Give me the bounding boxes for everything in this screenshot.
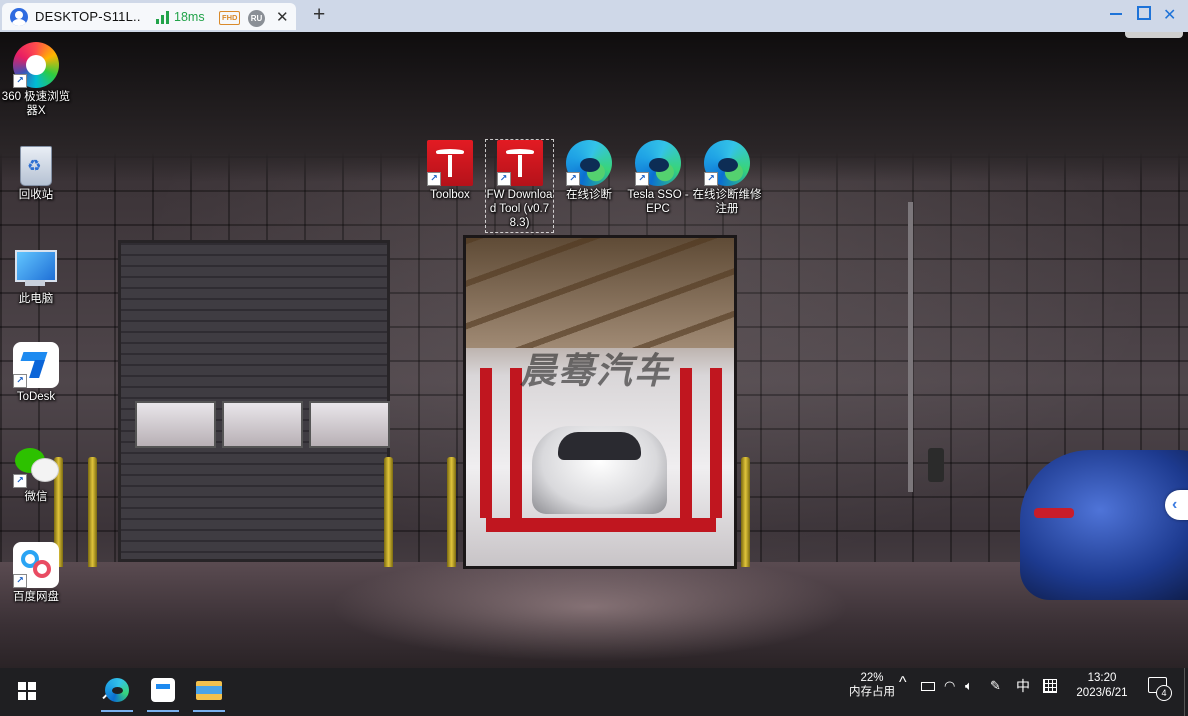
ime-mode-icon[interactable]: [1043, 679, 1057, 693]
desktop-icon-tesla-sso-epc[interactable]: ↗ Tesla SSO - EPC: [622, 140, 694, 216]
edge-icon: ↗: [566, 140, 612, 186]
file-explorer-icon: [196, 681, 222, 700]
memory-label: 内存占用: [849, 686, 895, 698]
side-panel-handle[interactable]: ‹: [1165, 490, 1188, 520]
user-badge[interactable]: RU: [248, 10, 265, 27]
clock[interactable]: 13:20 2023/6/21: [1066, 671, 1138, 701]
desktop-icon-label: FW Download Tool (v0.78.3): [486, 189, 553, 229]
bollard: [88, 457, 97, 567]
show-desktop-button[interactable]: [1184, 668, 1188, 716]
desktop-icon-label: 百度网盘: [13, 591, 59, 603]
desktop-icon-toolbox[interactable]: ↗ Toolbox: [414, 140, 486, 202]
minimize-icon: [1110, 13, 1122, 15]
baidu-netdisk-icon: ↗: [13, 542, 59, 588]
taskbar-app-edge[interactable]: [95, 672, 139, 712]
desktop-icon-label: 微信: [24, 491, 48, 503]
wallpaper-conduit: [908, 202, 913, 492]
pen-icon[interactable]: ✎: [990, 678, 1001, 694]
360-browser-icon: ↗: [13, 42, 59, 88]
session-tab-title: DESKTOP-S11L..: [35, 9, 141, 24]
tesla-icon: ↗: [496, 140, 543, 186]
battery-icon[interactable]: [921, 682, 935, 691]
remote-desktop[interactable]: 晨蓦汽车 ‹ ↗ 360 极速浏览器X 回收站 此电脑 ↗ ToDesk ↗ 微…: [0, 32, 1188, 668]
ime-language-indicator[interactable]: 中: [1016, 676, 1030, 696]
chevron-left-icon: ‹: [1172, 496, 1178, 513]
clock-time: 13:20: [1087, 672, 1117, 684]
remote-client-titlebar: DESKTOP-S11L.. 18ms FHD RU ✕ + ✕: [0, 0, 1188, 32]
close-window-button[interactable]: ✕: [1163, 5, 1176, 25]
desktop-icon-diagnosis-registration[interactable]: ↗ 在线诊断维修注册: [691, 140, 763, 216]
quality-badge[interactable]: FHD: [219, 11, 241, 25]
close-tab-icon[interactable]: ✕: [276, 8, 289, 26]
maximize-icon: [1137, 6, 1151, 20]
new-tab-button[interactable]: +: [313, 3, 325, 27]
desktop-icon-this-pc[interactable]: 此电脑: [0, 242, 72, 306]
chevron-up-icon[interactable]: ^: [899, 674, 907, 692]
desktop-icon-label: 在线诊断维修注册: [692, 189, 762, 215]
tesla-icon: ↗: [427, 140, 473, 186]
bollard: [384, 457, 393, 567]
wallpaper-white-car: [532, 426, 667, 514]
session-tab[interactable]: DESKTOP-S11L.. 18ms FHD RU ✕: [2, 3, 296, 30]
wallpaper-charger: [928, 448, 944, 482]
desktop-icon-label: 此电脑: [18, 293, 54, 305]
edge-icon: [105, 678, 129, 702]
recycle-bin-icon: [20, 146, 52, 186]
desktop-icon-label: ToDesk: [16, 391, 56, 403]
windows-start-icon: [18, 682, 36, 700]
desktop-icon-label: 360 极速浏览器X: [1, 91, 71, 117]
watermark: 晨蓦汽车: [520, 350, 673, 391]
latency-readout: 18ms: [174, 10, 205, 24]
wallpaper-blue-car: [1020, 450, 1188, 600]
memory-usage[interactable]: 22% 内存占用: [846, 671, 898, 699]
taskbar: 22% 内存占用 ^ ◠ 🔈︎ ✎ 中 13:20 2023/6/21 4: [0, 668, 1188, 716]
minimize-button[interactable]: [1110, 5, 1122, 15]
desktop-icon-label: Tesla SSO - EPC: [627, 189, 689, 215]
search-button[interactable]: [48, 672, 122, 710]
desktop-icon-fw-download-tool[interactable]: ↗ FW Download Tool (v0.78.3): [485, 139, 554, 233]
memory-percent: 22%: [860, 672, 884, 684]
bollard: [447, 457, 456, 567]
desktop-icon-baidu-netdisk[interactable]: ↗ 百度网盘: [0, 542, 72, 604]
this-pc-icon: [15, 250, 57, 286]
volume-icon[interactable]: 🔈︎: [965, 678, 973, 694]
user-avatar-icon: [10, 8, 28, 26]
clock-date: 2023/6/21: [1076, 687, 1128, 699]
edge-icon: ↗: [704, 140, 750, 186]
desktop-icon-label: 回收站: [18, 189, 54, 201]
wifi-icon[interactable]: ◠: [944, 678, 955, 694]
wechat-icon: ↗: [13, 442, 59, 488]
taskbar-app-todesk[interactable]: [141, 672, 185, 712]
notification-count: 4: [1156, 685, 1172, 701]
taskbar-app-file-explorer[interactable]: [187, 672, 231, 712]
wallpaper-garage: [463, 235, 737, 569]
desktop-icon-360-browser[interactable]: ↗ 360 极速浏览器X: [0, 42, 72, 118]
remote-toolbar-handle[interactable]: [1125, 32, 1183, 38]
edge-icon: ↗: [635, 140, 681, 186]
bollard: [741, 457, 750, 567]
desktop-icon-online-diagnosis[interactable]: ↗ 在线诊断: [553, 140, 625, 202]
desktop-icon-label: Toolbox: [430, 189, 470, 201]
desktop-icon-recycle-bin[interactable]: 回收站: [0, 142, 72, 202]
desktop-icon-wechat[interactable]: ↗ 微信: [0, 442, 72, 504]
desktop-icon-todesk[interactable]: ↗ ToDesk: [0, 342, 72, 404]
maximize-button[interactable]: [1137, 5, 1151, 20]
todesk-icon: [151, 678, 175, 702]
desktop-icon-label: 在线诊断: [566, 189, 612, 201]
wallpaper-door-windows: [135, 401, 390, 448]
start-button[interactable]: [4, 672, 44, 710]
todesk-icon: ↗: [13, 342, 59, 388]
signal-strength-icon: [156, 11, 170, 24]
